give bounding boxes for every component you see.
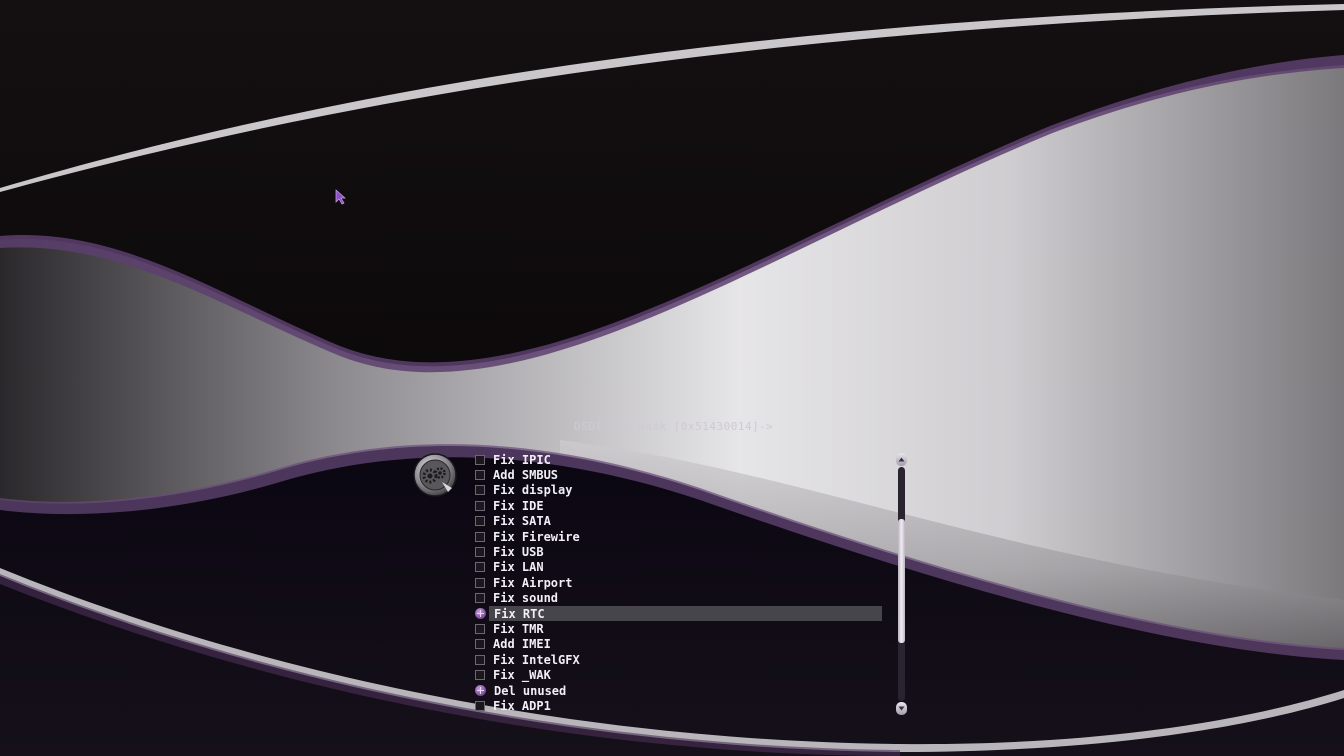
menu-item-label: Fix USB	[493, 544, 544, 559]
scroll-down-button[interactable]	[896, 702, 907, 715]
menu-title: DSDT fix mask [0x51430014]->	[574, 420, 774, 433]
menu-item-label: Add SMBUS	[493, 467, 559, 482]
checkbox-icon[interactable]	[475, 485, 485, 496]
menu-item-label: Fix IDE	[493, 498, 544, 513]
menu-item-label: Fix display	[493, 483, 573, 498]
menu-item-label: Add IMEI	[493, 637, 551, 652]
menu-item[interactable]: Fix IntelGFX	[473, 652, 883, 667]
dsdt-fix-menu: Fix IPIC Add SMBUS Fix display Fix IDE Fix S…	[473, 452, 885, 714]
checkbox-icon[interactable]	[475, 516, 485, 527]
gears-logo-icon	[413, 453, 457, 497]
menu-item[interactable]: Fix sound	[473, 591, 883, 606]
menu-scrollbar[interactable]	[896, 453, 907, 715]
checkbox-icon[interactable]	[475, 670, 485, 681]
checkbox-icon[interactable]	[475, 562, 485, 573]
checkbox-icon[interactable]	[475, 454, 485, 465]
checkbox-icon[interactable]	[475, 639, 485, 650]
menu-item-label: Fix Firewire	[493, 529, 580, 544]
menu-item-label: Fix LAN	[493, 560, 544, 575]
menu-item[interactable]: Fix LAN	[473, 560, 883, 575]
menu-item[interactable]: Add IMEI	[473, 637, 883, 652]
checked-checkbox-icon[interactable]	[475, 685, 486, 696]
checkbox-icon[interactable]	[475, 469, 485, 480]
menu-item[interactable]: Fix IDE	[473, 498, 883, 513]
scroll-thumb[interactable]	[898, 519, 905, 643]
checkbox-icon[interactable]	[475, 654, 485, 665]
menu-item[interactable]: Fix IPIC	[473, 452, 883, 467]
checkbox-icon[interactable]	[475, 593, 485, 604]
checkbox-icon[interactable]	[475, 623, 485, 634]
menu-item-label: Fix _WAK	[493, 668, 551, 683]
menu-item[interactable]: Fix display	[473, 483, 883, 498]
checkbox-icon[interactable]	[475, 531, 485, 542]
menu-item-label: Del unused	[494, 683, 567, 698]
checkbox-icon[interactable]	[475, 577, 485, 588]
menu-item[interactable]: Fix TMR	[473, 621, 883, 636]
selection-highlight	[489, 606, 882, 621]
mouse-pointer-icon	[335, 189, 346, 205]
chevron-up-icon	[898, 457, 905, 462]
checked-checkbox-icon[interactable]	[475, 608, 486, 619]
menu-item-label: Fix ADP1	[493, 698, 551, 713]
menu-item[interactable]: Fix RTC	[473, 606, 883, 621]
menu-item[interactable]: Fix SATA	[473, 514, 883, 529]
menu-item[interactable]: Fix _WAK	[473, 668, 883, 683]
chevron-down-icon	[898, 706, 905, 711]
menu-item-label: Fix sound	[493, 591, 559, 606]
menu-item-label: Fix RTC	[494, 606, 545, 621]
checkbox-icon[interactable]	[475, 500, 485, 511]
menu-item[interactable]: Del unused	[473, 683, 883, 698]
menu-item[interactable]: Fix USB	[473, 544, 883, 559]
menu-item[interactable]: Add SMBUS	[473, 467, 883, 482]
menu-item[interactable]: Fix Firewire	[473, 529, 883, 544]
menu-item-label: Fix TMR	[493, 621, 544, 636]
menu-item-label: Fix SATA	[493, 514, 551, 529]
menu-item[interactable]: Fix ADP1	[473, 698, 883, 713]
menu-item-label: Fix IPIC	[493, 452, 551, 467]
menu-item-label: Fix Airport	[493, 575, 573, 590]
menu-item-label: Fix IntelGFX	[493, 652, 580, 667]
checkbox-icon[interactable]	[475, 700, 485, 711]
scroll-up-button[interactable]	[896, 453, 907, 466]
menu-item[interactable]: Fix Airport	[473, 575, 883, 590]
checkbox-icon[interactable]	[475, 546, 485, 557]
